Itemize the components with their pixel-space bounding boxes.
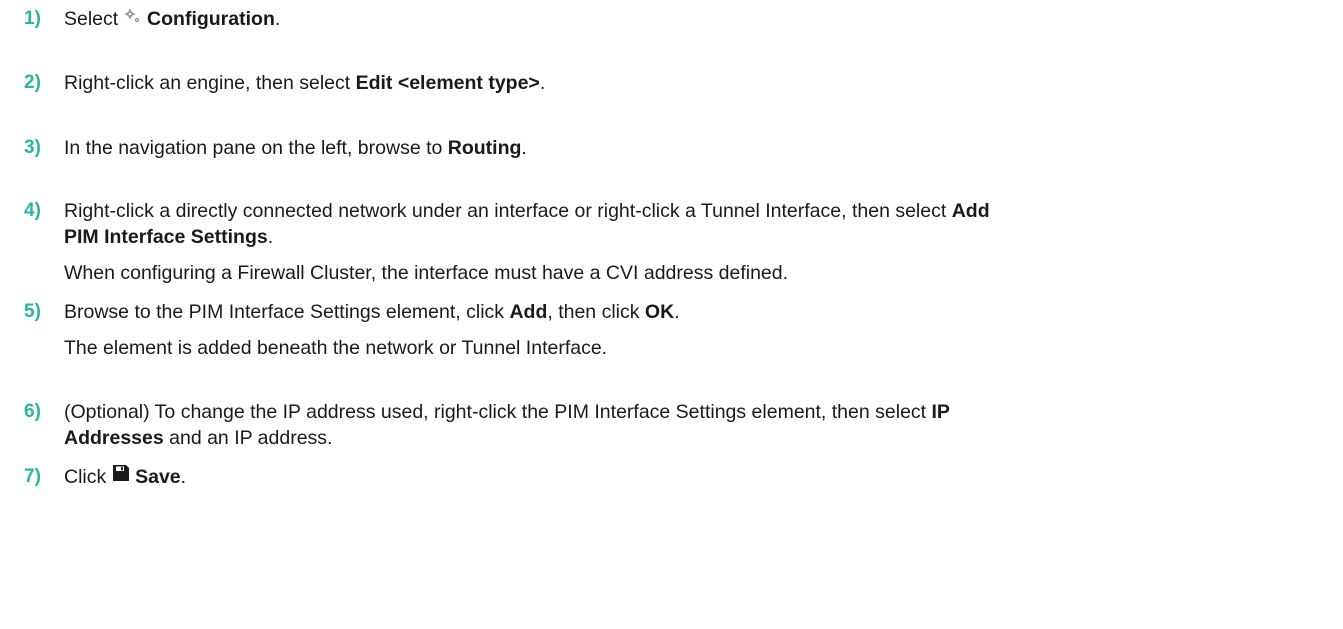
save-label: Save [135, 466, 181, 488]
edit-element-type-label: Edit <element type> [355, 72, 540, 94]
text: and an IP address. [163, 427, 333, 449]
step-number: 1) [24, 8, 41, 29]
text: . [539, 72, 546, 94]
step-text: Select Configuration. [64, 6, 1324, 33]
text: Click [64, 466, 112, 488]
pim-interface-settings-label: PIM Interface Settings [64, 226, 268, 248]
text: (Optional) To change the IP address used… [64, 401, 932, 423]
step-note: The element is added beneath the network… [64, 337, 608, 359]
text: Browse to the PIM Interface Settings ele… [64, 301, 510, 323]
text: . [274, 8, 281, 30]
step-number: 7) [24, 466, 41, 487]
step-text: Right-click a directly connected network… [64, 198, 1324, 286]
step-number: 3) [24, 137, 41, 158]
text: . [674, 301, 680, 323]
add-label: Add [951, 200, 990, 222]
ip-label: IP [931, 401, 950, 423]
text: . [521, 137, 527, 159]
configuration-gear-icon [124, 5, 142, 31]
text: In the navigation pane on the left, brow… [64, 137, 448, 159]
step-number: 2) [24, 72, 41, 93]
step-number: 5) [24, 301, 41, 322]
step-text: (Optional) To change the IP address used… [64, 399, 1324, 451]
text: Right-click a directly connected network… [64, 200, 952, 222]
step-number: 6) [24, 401, 41, 422]
ok-label: OK [644, 301, 675, 323]
text: Right-click an engine, then select [64, 72, 356, 94]
step-text: Browse to the PIM Interface Settings ele… [64, 299, 1324, 361]
step-text: Click Save. [64, 464, 1324, 491]
text: Select [64, 8, 124, 30]
step-text: In the navigation pane on the left, brow… [64, 135, 1324, 161]
step-number: 4) [24, 200, 41, 221]
step-text: Right-click an engine, then select Edit … [64, 70, 1324, 96]
save-icon [112, 463, 130, 489]
configuration-label: Configuration [147, 8, 275, 30]
text: , then click [547, 301, 645, 323]
step-note: When configuring a Firewall Cluster, the… [64, 262, 789, 284]
add-label: Add [509, 301, 548, 323]
addresses-label: Addresses [64, 427, 164, 449]
text: . [267, 226, 274, 248]
text: . [180, 466, 187, 488]
routing-label: Routing [447, 137, 522, 159]
